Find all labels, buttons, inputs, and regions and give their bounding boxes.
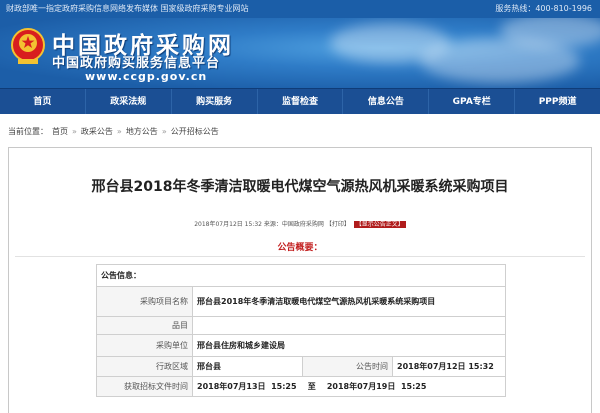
breadcrumb-separator: » <box>161 127 167 136</box>
row-label: 品目 <box>96 316 193 335</box>
article-panel: 邢台县2018年冬季清洁取暖电代煤空气源热风机采暖系统采购项目 2018年07月… <box>8 147 592 413</box>
table-row: 采购项目名称 邢台县2018年冬季清洁取暖电代煤空气源热风机采暖系统采购项目 <box>96 286 506 317</box>
row-value: 邢台县住房和城乡建设局 <box>192 334 506 357</box>
row-value <box>192 316 506 335</box>
article-source: 来源：中国政府采购网 <box>263 221 324 228</box>
main-nav: 首页 政采法规 购买服务 监督检查 信息公告 GPA专栏 PPP频道 <box>0 88 600 114</box>
article-title: 邢台县2018年冬季清洁取暖电代煤空气源热风机采暖系统采购项目 <box>91 179 509 195</box>
file-time-label: 获取招标文件时间 <box>96 376 193 397</box>
nav-regulations[interactable]: 政采法规 <box>86 89 172 114</box>
row-value: 邢台县2018年冬季清洁取暖电代煤空气源热风机采暖系统采购项目 <box>192 286 506 317</box>
nav-purchase-services[interactable]: 购买服务 <box>172 89 258 114</box>
breadcrumb-item-home[interactable]: 首页 <box>52 127 68 136</box>
region-value: 邢台县 <box>192 356 303 377</box>
table-row: 采购单位 邢台县住房和城乡建设局 <box>96 334 506 357</box>
breadcrumb-separator: » <box>72 127 77 136</box>
breadcrumb-item-announcements[interactable]: 政采公告 <box>81 127 113 136</box>
site-banner: 中国政府采购网 中国政府购买服务信息平台 www.ccgp.gov.cn <box>0 18 600 88</box>
table-row: 品目 <box>96 316 506 335</box>
top-info-bar: 财政部唯一指定政府采购信息网络发布媒体 国家级政府采购专业网站 服务热线：400… <box>0 0 600 18</box>
breadcrumb: 当前位置： 首页» 政采公告» 地方公告» 公开招标公告 <box>8 126 223 137</box>
summary-title: 公告概要： <box>277 243 323 253</box>
table-header: 公告信息： <box>96 264 506 287</box>
pubtime-value: 2018年07月12日 15:32 <box>392 356 506 377</box>
top-info-left: 财政部唯一指定政府采购信息网络发布媒体 国家级政府采购专业网站 <box>6 4 249 13</box>
row-label: 采购项目名称 <box>96 286 193 317</box>
region-label: 行政区域 <box>96 356 193 377</box>
nav-home[interactable]: 首页 <box>0 89 86 114</box>
nav-gpa[interactable]: GPA专栏 <box>429 89 516 114</box>
breadcrumb-item-tender[interactable]: 公开招标公告 <box>171 127 219 136</box>
service-hotline: 服务热线：400-810-1996 <box>495 4 592 13</box>
nav-announcements[interactable]: 信息公告 <box>343 89 430 114</box>
breadcrumb-item-local[interactable]: 地方公告 <box>126 127 158 136</box>
print-link[interactable]: 【打印】 <box>326 221 350 228</box>
article-date: 2018年07月12日 15:32 <box>194 221 262 228</box>
announcement-info-table: 公告信息： 采购项目名称 邢台县2018年冬季清洁取暖电代煤空气源热风机采暖系统… <box>96 264 506 397</box>
breadcrumb-prefix: 当前位置： <box>8 127 48 136</box>
pubtime-label: 公告时间 <box>302 356 393 377</box>
file-time-value: 2018年07月13日 15:25 至 2018年07月19日 15:25 <box>192 376 506 397</box>
table-row: 获取招标文件时间 2018年07月13日 15:25 至 2018年07月19日… <box>96 376 506 397</box>
table-row: 行政区域 邢台县 公告时间 2018年07月12日 15:32 <box>96 356 506 377</box>
national-emblem-icon <box>11 28 45 64</box>
row-label: 采购单位 <box>96 334 193 357</box>
show-original-button[interactable]: 【显示公告正文】 <box>353 221 406 228</box>
nav-ppp[interactable]: PPP频道 <box>515 89 600 114</box>
site-url: www.ccgp.gov.cn <box>85 70 208 83</box>
breadcrumb-separator: » <box>116 127 122 136</box>
divider <box>15 256 585 257</box>
nav-supervision[interactable]: 监督检查 <box>258 89 344 114</box>
site-subtitle: 中国政府购买服务信息平台 <box>52 56 221 71</box>
article-meta: 2018年07月12日 15:32 来源：中国政府采购网 【打印】 【显示公告正… <box>9 219 591 228</box>
